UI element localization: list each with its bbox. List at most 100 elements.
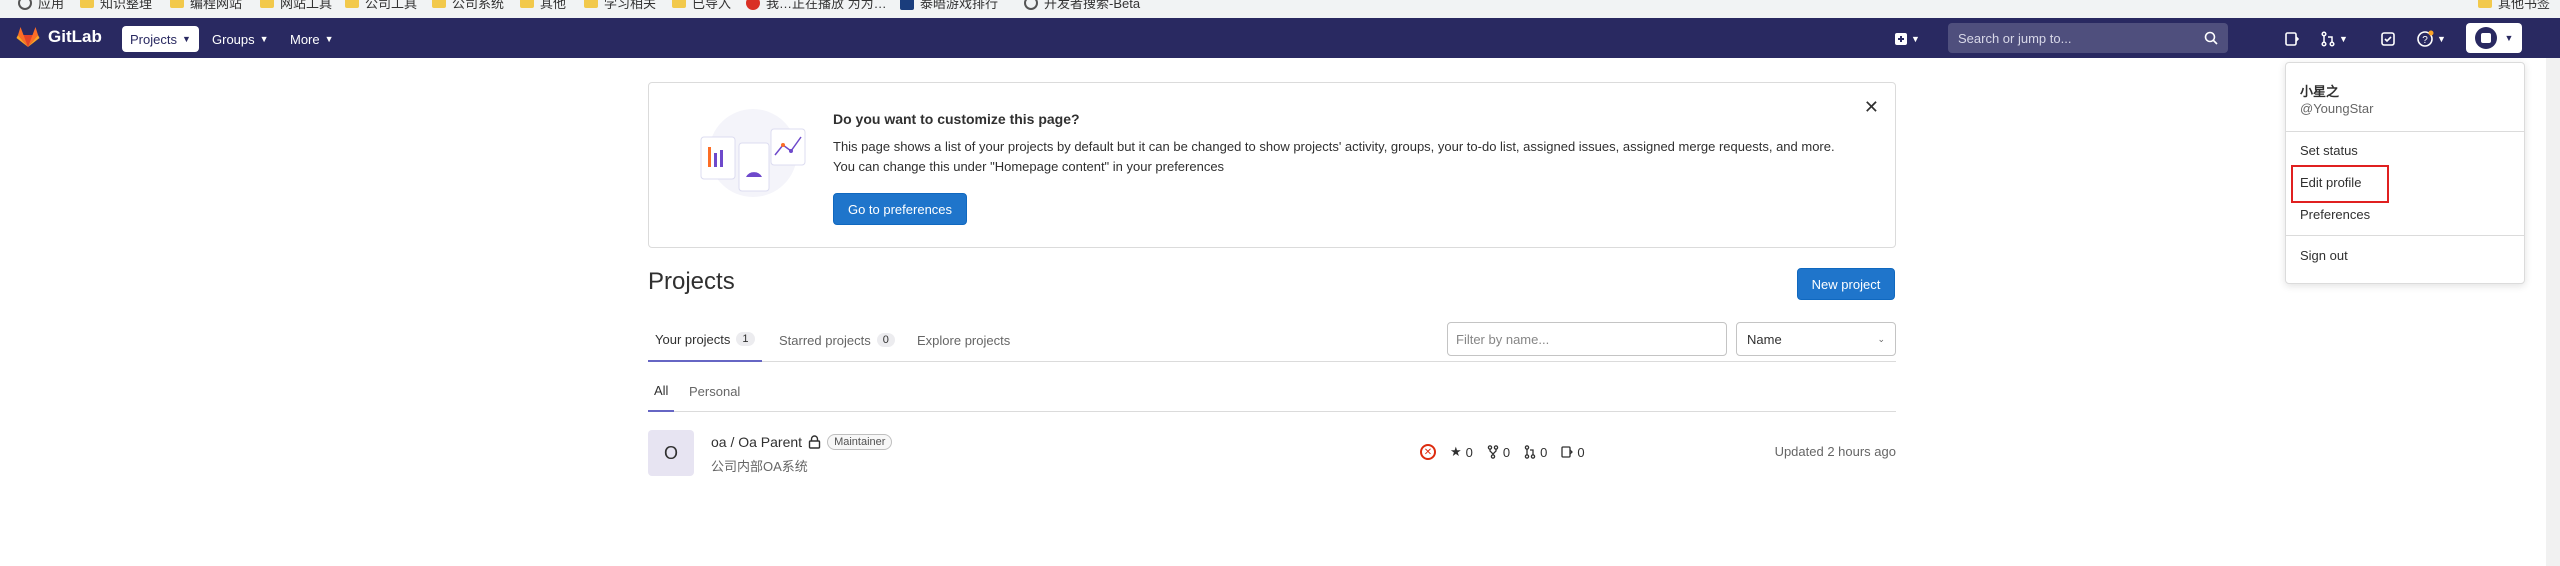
tab-count-badge: 1 <box>736 332 755 346</box>
merge-request-icon <box>2321 31 2335 47</box>
project-avatar[interactable]: O <box>648 430 694 476</box>
user-avatar <box>2474 27 2497 49</box>
issues-link[interactable] <box>2284 28 2300 50</box>
bookmark-folder[interactable]: 知识整理 <box>80 0 152 12</box>
new-item-dropdown[interactable]: ▼ <box>1894 28 1920 50</box>
merge-request-icon <box>1524 445 1536 459</box>
issues-icon <box>1561 446 1574 458</box>
set-status-menu-item[interactable]: Set status <box>2300 143 2358 158</box>
fork-icon <box>1487 445 1499 459</box>
issues-count[interactable]: 0 <box>1561 445 1585 460</box>
project-name-link[interactable]: oa / Oa Parent <box>711 434 802 450</box>
edit-profile-highlight <box>2291 165 2389 203</box>
folder-icon <box>80 0 94 8</box>
bookmark-apps[interactable]: 应用 <box>18 0 64 12</box>
role-badge: Maintainer <box>827 434 893 450</box>
groups-menu-button[interactable]: Groups ▼ <box>204 26 277 52</box>
merge-requests-dropdown[interactable]: ▼ <box>2320 28 2348 50</box>
tab-starred-projects[interactable]: Starred projects 0 <box>772 318 902 362</box>
user-handle[interactable]: @YoungStar <box>2300 101 2373 116</box>
folder-icon <box>260 0 274 8</box>
top-navbar: GitLab Projects ▼ Groups ▼ More ▼ ▼ Search … <box>0 18 2560 58</box>
project-stats: ✕ ★ 0 0 0 0 <box>1420 444 1585 460</box>
folder-icon <box>2478 0 2492 8</box>
issues-icon <box>2285 32 2300 46</box>
folder-icon <box>345 0 359 8</box>
stars-count[interactable]: ★ 0 <box>1450 444 1473 460</box>
site-icon <box>746 0 760 10</box>
bookmarks-bar: 应用 知识整理 编程网站 网站工具 公司工具 公司系统 其他 学习相关 已导入 … <box>0 0 2560 18</box>
chevron-down-icon: ▼ <box>2437 34 2446 44</box>
chevron-down-icon: ▼ <box>181 34 191 44</box>
more-menu-button[interactable]: More ▼ <box>282 26 342 52</box>
folder-icon <box>672 0 686 8</box>
sort-select[interactable]: Name ⌄ <box>1736 322 1896 356</box>
bookmark-link[interactable]: 开发者搜索-Beta <box>1024 0 1140 12</box>
chevron-down-icon: ⌄ <box>1877 333 1885 344</box>
banner-body: This page shows a list of your projects … <box>833 139 1835 174</box>
site-icon <box>900 0 914 10</box>
bookmark-folder[interactable]: 其他 <box>520 0 566 12</box>
folder-icon <box>170 0 184 8</box>
chevron-down-icon: ▼ <box>1911 34 1920 44</box>
tab-your-projects[interactable]: Your projects 1 <box>648 318 762 362</box>
todos-link[interactable] <box>2380 28 2396 50</box>
subtab-all[interactable]: All <box>648 370 675 412</box>
project-title: oa / Oa Parent Maintainer <box>711 434 893 450</box>
banner-title: Do you want to customize this page? <box>833 111 1080 127</box>
bookmark-link[interactable]: 我…正在播放 为为… <box>746 0 887 12</box>
preferences-menu-item[interactable]: Preferences <box>2300 207 2370 222</box>
bookmark-folder[interactable]: 学习相关 <box>584 0 656 12</box>
gitlab-logo-icon <box>16 27 40 47</box>
folder-icon <box>584 0 598 8</box>
tab-explore-projects[interactable]: Explore projects <box>910 318 1017 362</box>
user-menu-button[interactable]: ▼ <box>2466 23 2522 53</box>
user-display-name[interactable]: 小星之 <box>2300 81 2339 100</box>
bookmark-link[interactable]: 泰晤游戏排行 <box>900 0 998 12</box>
apps-icon <box>18 0 32 10</box>
projects-menu-button[interactable]: Projects ▼ <box>122 26 199 52</box>
bookmark-folder[interactable]: 编程网站 <box>170 0 242 12</box>
new-project-button[interactable]: New project <box>1797 268 1895 300</box>
svg-text:?: ? <box>2422 35 2428 46</box>
bookmark-other[interactable]: 其他书签 <box>2478 0 2550 12</box>
bookmark-folder[interactable]: 网站工具 <box>260 0 332 12</box>
project-description: 公司内部OA系统 <box>711 459 808 474</box>
go-to-preferences-button[interactable]: Go to preferences <box>833 193 967 225</box>
gitlab-logo-text: GitLab <box>48 27 102 46</box>
globe-icon <box>1024 0 1038 10</box>
close-icon[interactable]: ✕ <box>1864 97 1879 118</box>
help-question-icon: ? <box>2417 30 2434 47</box>
bookmark-folder[interactable]: 已导入 <box>672 0 731 12</box>
subtab-personal[interactable]: Personal <box>683 370 746 412</box>
global-search-input[interactable]: Search or jump to... <box>1948 23 2228 53</box>
menu-divider <box>2286 131 2524 132</box>
page-title: Projects <box>648 268 735 295</box>
gitlab-logo-link[interactable]: GitLab <box>16 26 102 48</box>
projects-subtabs: All Personal <box>648 370 1896 412</box>
help-dropdown[interactable]: ? ▼ <box>2416 28 2446 50</box>
star-icon: ★ <box>1450 444 1462 459</box>
tab-count-badge: 0 <box>876 333 895 347</box>
customize-homepage-banner: Do you want to customize this page? This… <box>648 82 1896 248</box>
sign-out-menu-item[interactable]: Sign out <box>2300 248 2348 263</box>
chevron-down-icon: ▼ <box>324 34 334 44</box>
chevron-down-icon: ▼ <box>259 34 269 44</box>
forks-count[interactable]: 0 <box>1487 445 1510 460</box>
menu-divider <box>2286 235 2524 236</box>
plus-square-icon <box>1895 33 1907 45</box>
project-updated-time: Updated 2 hours ago <box>1774 444 1896 459</box>
folder-icon <box>520 0 534 8</box>
merge-requests-count[interactable]: 0 <box>1524 445 1547 460</box>
filter-by-name-input[interactable]: Filter by name... <box>1447 322 1727 356</box>
search-icon <box>2204 31 2218 45</box>
bookmark-folder[interactable]: 公司系统 <box>432 0 504 12</box>
chevron-down-icon: ▼ <box>2504 33 2514 43</box>
lock-icon <box>808 435 821 449</box>
page-scrollbar[interactable] <box>2546 58 2560 566</box>
pipeline-failed-icon[interactable]: ✕ <box>1420 444 1436 460</box>
customize-illustration-icon <box>700 109 806 197</box>
bookmark-folder[interactable]: 公司工具 <box>345 0 417 12</box>
folder-icon <box>432 0 446 8</box>
todo-checkbox-icon <box>2381 32 2395 46</box>
